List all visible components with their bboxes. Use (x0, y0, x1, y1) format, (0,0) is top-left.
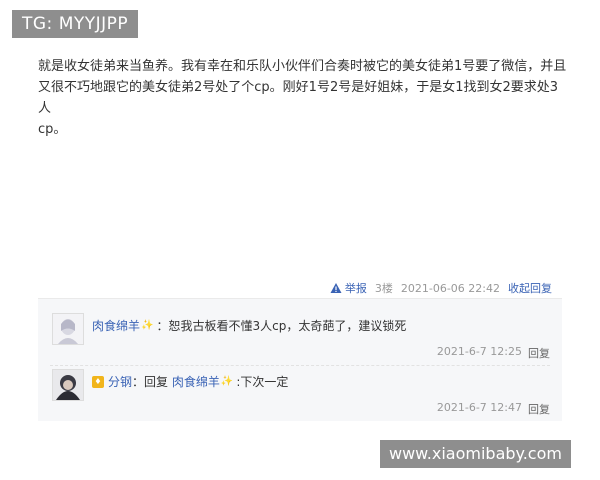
sparkle-icon: ✨ (220, 376, 234, 387)
floor-number: 3楼 (374, 282, 393, 295)
reply-text: 下次一定 (240, 375, 289, 389)
sub-reply-line: ♦ 分钢 ： 回复 肉食绵羊 ✨ : 下次一定 (92, 373, 288, 390)
post-body-line: 就是收女徒弟来当鱼养。我有幸在和乐队小伙伴们合奏时被它的美女徒弟1号要了微信，并… (38, 59, 567, 74)
sub-reply-line: 肉食绵羊 ✨ ： 恕我古板看不懂3人cp，太奇葩了，建议锁死 (92, 317, 406, 334)
reply-date: 2021-6-7 12:25 (436, 345, 522, 358)
avatar-image-icon (53, 370, 83, 400)
reply-date: 2021-6-7 12:47 (436, 401, 522, 414)
reply-meta: 2021-6-7 12:47 回复 (437, 401, 550, 417)
target-username-link[interactable]: 肉食绵羊 (172, 373, 220, 390)
collapse-replies-link[interactable]: 收起回复 (508, 280, 552, 296)
sparkle-icon: ✨ (141, 320, 154, 331)
separator: ： (132, 375, 145, 389)
reply-word: 回复 (144, 375, 169, 389)
reply-meta: 2021-6-7 12:25 回复 (437, 345, 550, 361)
report-label: 举报 (344, 282, 367, 295)
report-button[interactable]: 举报 (330, 280, 367, 296)
post-body-line: 又很不巧地跟它的美女徒弟2号处了个cp。刚好1号2号是好姐妹，于是女1找到女2要… (38, 80, 559, 116)
username-link[interactable]: 分钢 (108, 373, 132, 390)
post-body: 就是收女徒弟来当鱼养。我有幸在和乐队小伙伴们合奏时被它的美女徒弟1号要了微信，并… (38, 56, 568, 140)
divider (50, 365, 550, 366)
separator: ： (156, 319, 169, 333)
avatar-image-icon (53, 314, 83, 344)
avatar[interactable] (52, 369, 84, 401)
warning-icon (330, 283, 342, 293)
avatar[interactable] (52, 313, 84, 345)
sub-reply-panel: 肉食绵羊 ✨ ： 恕我古板看不懂3人cp，太奇葩了，建议锁死 2021-6-7 … (38, 298, 562, 421)
post-body-line: cp。 (38, 122, 67, 137)
post-meta: 举报 3楼 2021-06-06 22:42 收起回复 (330, 280, 552, 296)
tg-watermark: TG: MYYJJPP (12, 10, 139, 38)
site-watermark: www.xiaomibaby.com (380, 440, 571, 468)
vip-badge-icon: ♦ (92, 375, 104, 388)
reply-button[interactable]: 回复 (528, 345, 550, 361)
sub-reply: ♦ 分钢 ： 回复 肉食绵羊 ✨ : 下次一定 2021-6-7 12:47 回… (50, 365, 550, 419)
post-timestamp: 2021-06-06 22:42 (400, 281, 500, 295)
username-link[interactable]: 肉食绵羊 (92, 317, 140, 334)
sub-reply: 肉食绵羊 ✨ ： 恕我古板看不懂3人cp，太奇葩了，建议锁死 2021-6-7 … (50, 313, 550, 363)
reply-button[interactable]: 回复 (528, 401, 550, 417)
reply-text: 恕我古板看不懂3人cp，太奇葩了，建议锁死 (168, 319, 407, 333)
